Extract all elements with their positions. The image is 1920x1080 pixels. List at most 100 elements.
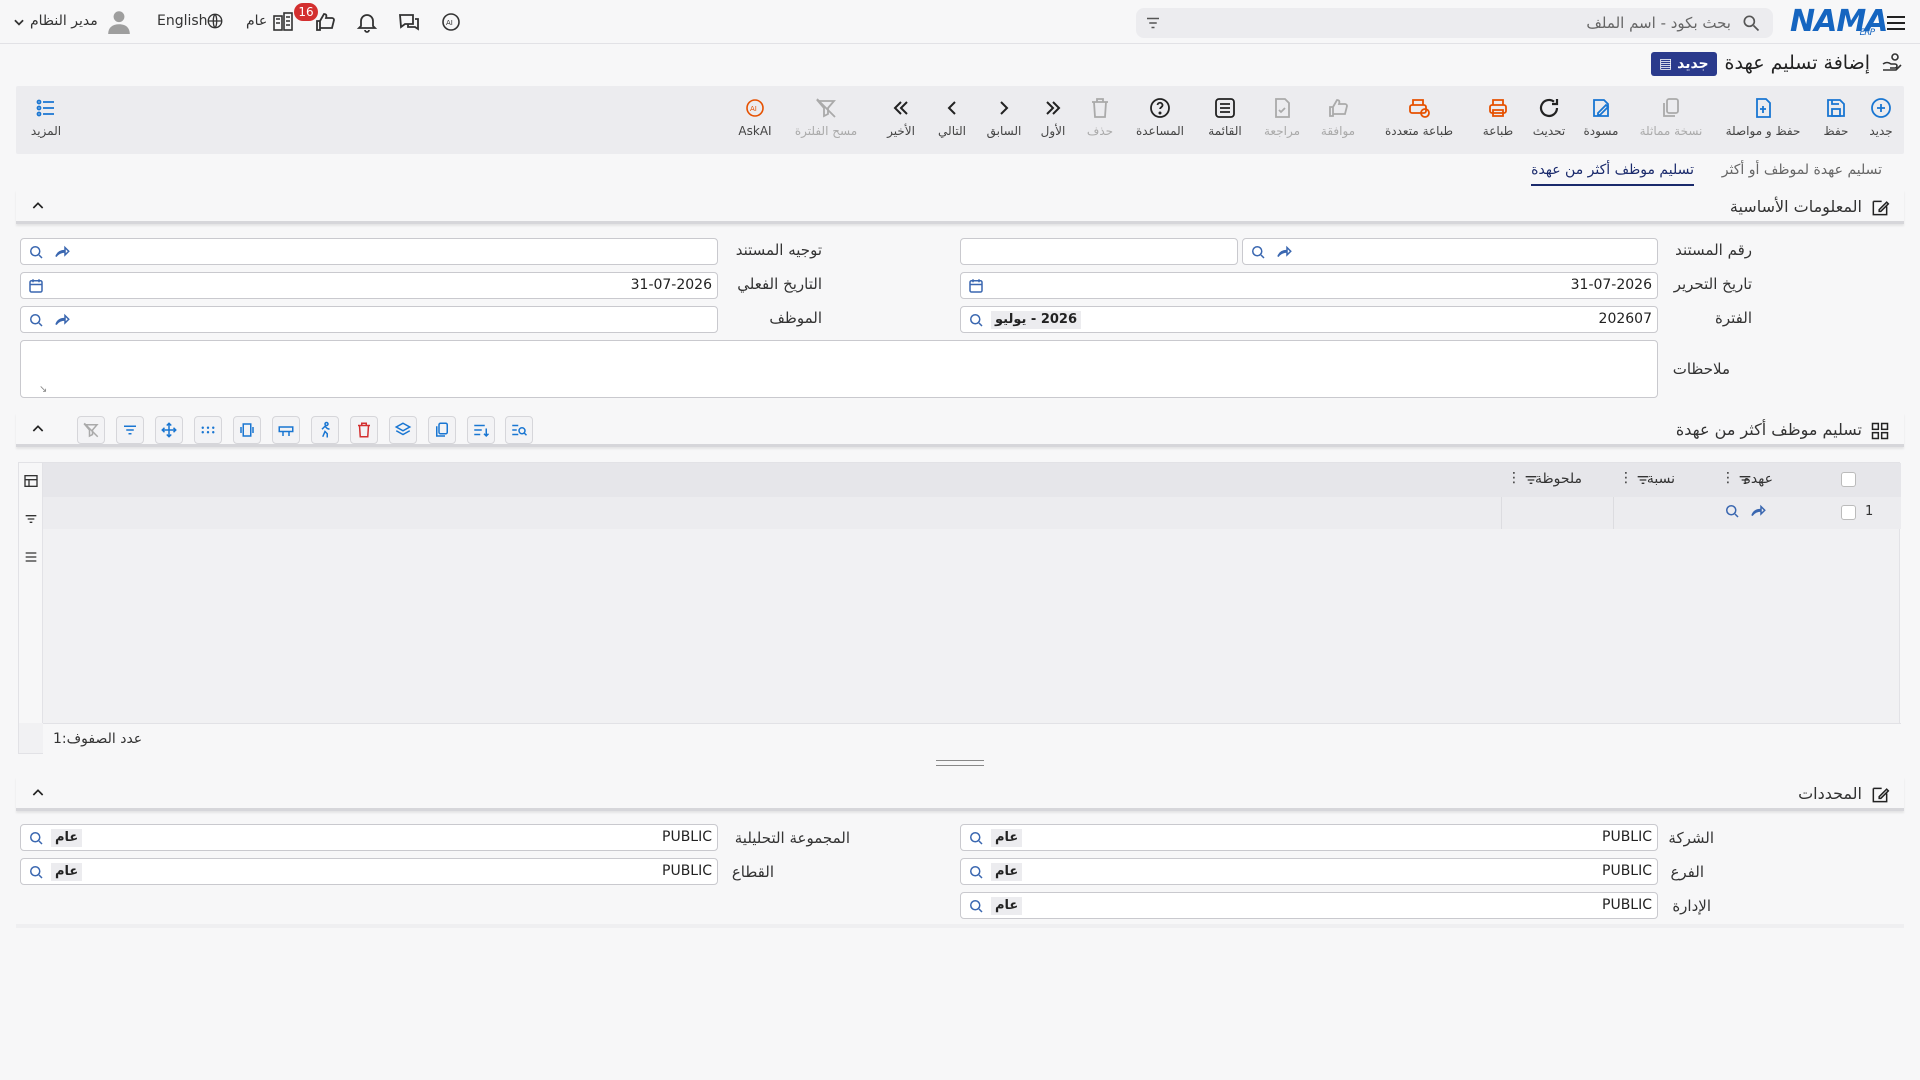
approve-button[interactable]: موافقة — [1312, 86, 1364, 154]
period-input[interactable]: 202607 2026 - يوليو — [960, 306, 1658, 333]
edit-date-input[interactable]: 31-07-2026 — [960, 272, 1658, 299]
search-refresh-icon[interactable] — [1249, 243, 1267, 261]
new-button[interactable]: جديد — [1861, 86, 1901, 154]
save-button[interactable]: حفظ — [1814, 86, 1858, 154]
share-icon[interactable] — [53, 243, 71, 261]
search-icon — [1743, 15, 1760, 32]
next-button[interactable]: التالي — [928, 86, 976, 154]
actual-date-input[interactable]: 31-07-2026 — [20, 272, 718, 299]
grid-insert-row-button[interactable] — [272, 416, 300, 444]
doc-number-secondary-input[interactable] — [960, 238, 1238, 265]
employee-input[interactable] — [20, 306, 718, 333]
duplicate-button[interactable]: نسخة مماثلة — [1630, 86, 1712, 154]
hamburger-menu-icon[interactable] — [1884, 11, 1908, 35]
doc-direction-input[interactable] — [20, 238, 718, 265]
grid-layers-button[interactable] — [389, 416, 417, 444]
department-input[interactable]: PUBLIC عام — [960, 892, 1658, 919]
chevron-up-icon[interactable] — [30, 785, 46, 801]
search-refresh-icon[interactable] — [967, 829, 985, 847]
sector-value: PUBLIC — [662, 863, 712, 879]
search-refresh-icon[interactable] — [967, 311, 985, 329]
multi-print-button[interactable]: طباعة متعددة — [1368, 86, 1470, 154]
user-avatar-icon[interactable] — [106, 8, 132, 34]
review-button[interactable]: مراجعة — [1256, 86, 1308, 154]
previous-button[interactable]: السابق — [980, 86, 1028, 154]
search-refresh-icon[interactable] — [967, 863, 985, 881]
column-filter-icon[interactable] — [1635, 472, 1651, 488]
search-refresh-icon[interactable] — [967, 897, 985, 915]
layers-icon — [394, 422, 412, 436]
column-filter-icon[interactable] — [1737, 472, 1753, 488]
resize-handle-icon[interactable]: ↘ — [39, 384, 47, 395]
share-icon[interactable] — [53, 311, 71, 329]
menu-lines-icon[interactable] — [23, 549, 39, 565]
column-menu-icon[interactable]: ⋮ — [1721, 470, 1735, 486]
grid-filter-button[interactable] — [116, 416, 144, 444]
resize-splitter[interactable] — [936, 760, 984, 766]
grid-sort-button[interactable] — [467, 416, 495, 444]
search-refresh-icon[interactable] — [27, 829, 45, 847]
column-menu-icon[interactable]: ⋮ — [1619, 470, 1633, 486]
search-refresh-icon[interactable] — [27, 311, 45, 329]
chevron-down-icon[interactable] — [12, 15, 26, 29]
company-input[interactable]: PUBLIC عام — [960, 824, 1658, 851]
filter-icon[interactable] — [1144, 14, 1162, 32]
global-search-input[interactable]: بحث بكود - اسم الملف — [1136, 8, 1773, 38]
column-menu-icon[interactable]: ⋮ — [1507, 470, 1521, 486]
column-header-note[interactable]: ملحوظة — [1535, 471, 1582, 487]
grid-delete-button[interactable] — [350, 416, 378, 444]
askai-button[interactable]: AI AskAI — [728, 86, 782, 154]
notes-textarea[interactable]: ↘ — [20, 340, 1658, 398]
grid-move-button[interactable] — [155, 416, 183, 444]
analytic-group-input[interactable]: PUBLIC عام — [20, 824, 718, 851]
grid-column-button[interactable] — [233, 416, 261, 444]
language-switch[interactable]: English — [157, 13, 208, 29]
column-filter-icon[interactable] — [1523, 472, 1539, 488]
doc-number-input[interactable] — [1242, 238, 1658, 265]
tab-employees-custody[interactable]: تسليم عهدة لموظف أو أكثر — [1722, 162, 1882, 178]
print-button[interactable]: طباعة — [1474, 86, 1522, 154]
share-icon[interactable] — [1749, 502, 1767, 520]
company-icon[interactable] — [271, 10, 295, 34]
branch-input[interactable]: PUBLIC عام — [960, 858, 1658, 885]
column-header-ratio[interactable]: نسبة — [1647, 471, 1675, 487]
chevron-up-icon[interactable] — [30, 198, 46, 214]
clear-filter-button[interactable]: مسح الفلترة — [786, 86, 866, 154]
section-bottom — [16, 924, 1904, 928]
refresh-button[interactable]: تحديث — [1526, 86, 1572, 154]
draft-button[interactable]: مسودة — [1576, 86, 1626, 154]
sector-input[interactable]: PUBLIC عام — [20, 858, 718, 885]
grid-find-button[interactable] — [505, 416, 533, 444]
grid-copy-button[interactable] — [428, 416, 456, 444]
filter-lines-icon[interactable] — [23, 511, 39, 527]
chevron-up-icon[interactable] — [30, 421, 46, 437]
search-refresh-icon[interactable] — [27, 243, 45, 261]
row-checkbox[interactable] — [1841, 505, 1856, 520]
share-icon[interactable] — [1275, 243, 1293, 261]
grid-clear-filter-button[interactable] — [77, 416, 105, 444]
delete-button[interactable]: حذف — [1078, 86, 1122, 154]
help-button[interactable]: المساعدة — [1126, 86, 1194, 154]
table-icon[interactable] — [23, 473, 39, 489]
more-button[interactable]: المزيد — [24, 86, 68, 154]
first-button[interactable]: الأول — [1032, 86, 1074, 154]
table-row[interactable]: 1 — [43, 497, 1901, 529]
calendar-icon[interactable] — [27, 277, 45, 295]
save-continue-button[interactable]: حفظ و مواصلة — [1716, 86, 1810, 154]
search-refresh-icon[interactable] — [1723, 502, 1741, 520]
select-all-checkbox[interactable] — [1841, 472, 1856, 487]
ai-assistant-icon[interactable]: AI — [439, 10, 463, 34]
grid-run-button[interactable] — [311, 416, 339, 444]
bell-icon[interactable] — [355, 10, 379, 34]
chat-icon[interactable] — [397, 10, 421, 34]
dimensions-header[interactable]: المحددات — [16, 777, 1904, 811]
user-name[interactable]: مدير النظام — [30, 13, 98, 29]
grid-dots-button[interactable] — [194, 416, 222, 444]
calendar-icon[interactable] — [967, 277, 985, 295]
company-label[interactable]: عام — [246, 13, 267, 29]
search-refresh-icon[interactable] — [27, 863, 45, 881]
basic-info-header[interactable]: المعلومات الأساسية — [16, 190, 1904, 224]
tab-employee-multi-custody[interactable]: تسليم موظف أكثر من عهدة — [1531, 162, 1694, 186]
last-button[interactable]: الأخير — [878, 86, 924, 154]
list-button[interactable]: القائمة — [1198, 86, 1252, 154]
